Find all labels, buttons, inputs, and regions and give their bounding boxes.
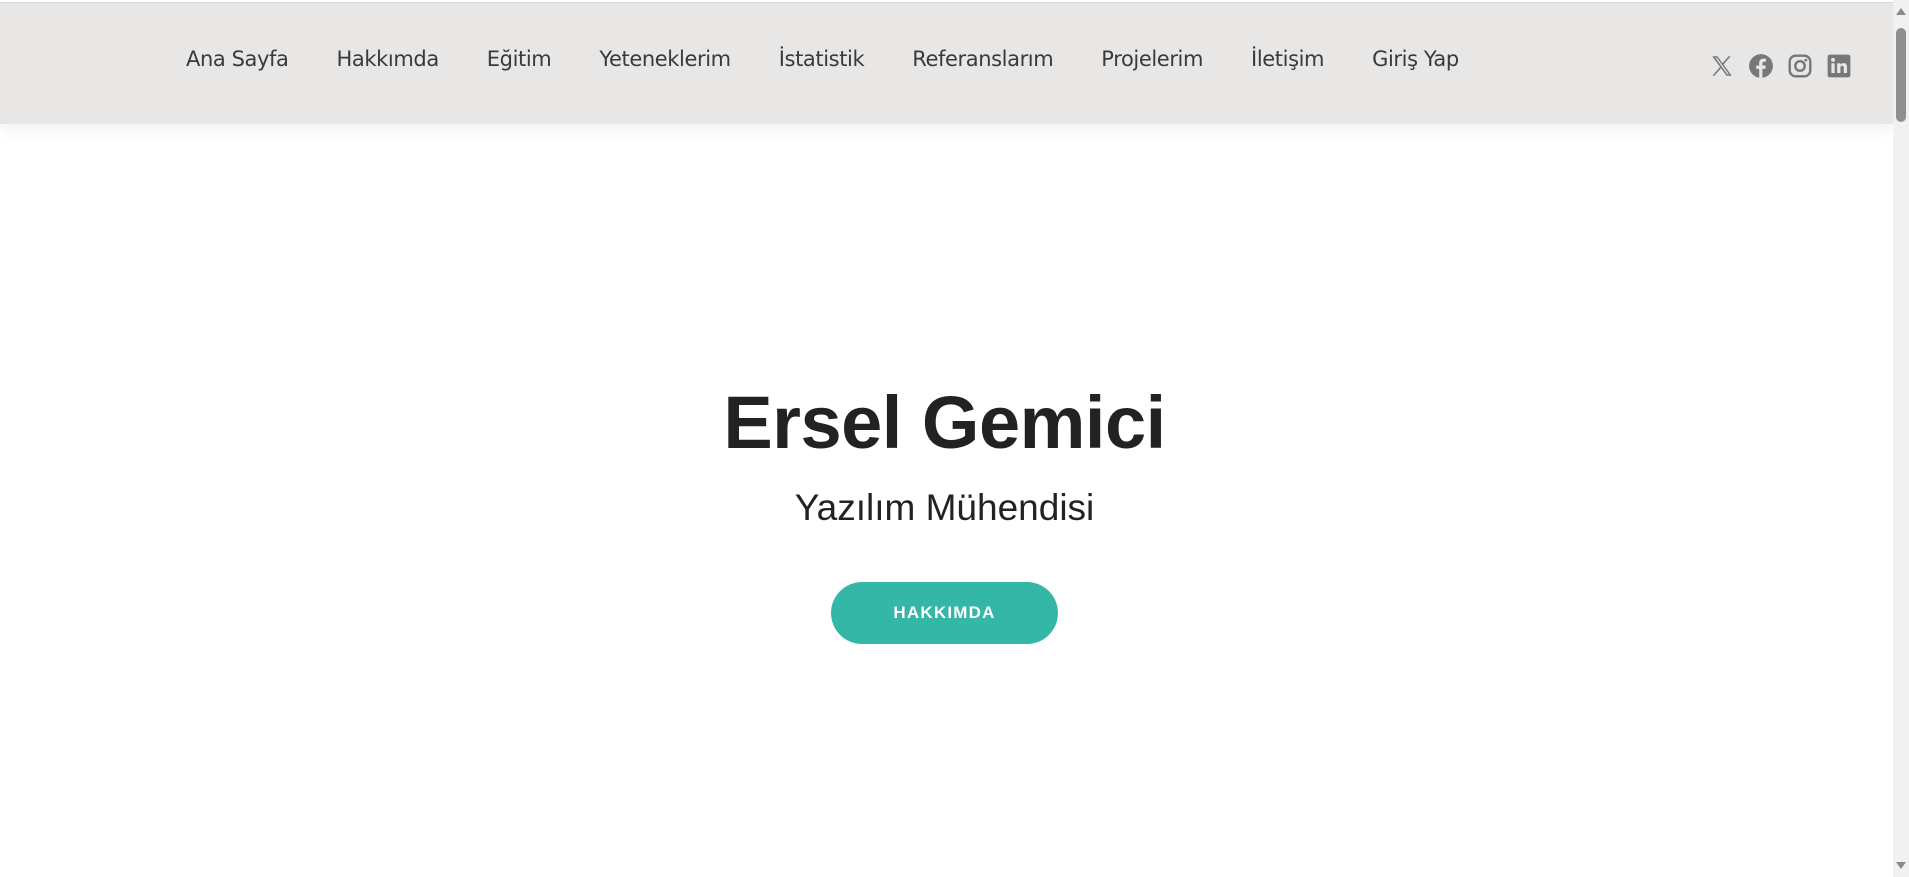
facebook-icon[interactable] (1748, 53, 1774, 79)
social-links (1696, 53, 1852, 79)
instagram-icon[interactable] (1787, 53, 1813, 79)
nav-item-giris-yap[interactable]: Giriş Yap (1372, 47, 1459, 71)
nav-item-iletisim[interactable]: İletişim (1251, 47, 1324, 71)
x-twitter-icon[interactable] (1709, 53, 1735, 79)
linkedin-icon[interactable] (1826, 53, 1852, 79)
nav-item-ana-sayfa[interactable]: Ana Sayfa (186, 47, 289, 71)
nav-menu: Ana Sayfa Hakkımda Eğitim Yeteneklerim İ… (186, 47, 1459, 71)
page: Ana Sayfa Hakkımda Eğitim Yeteneklerim İ… (0, 0, 1909, 877)
vertical-scrollbar[interactable] (1893, 0, 1909, 877)
nav-item-istatistik[interactable]: İstatistik (779, 47, 865, 71)
scroll-up-arrow-icon[interactable] (1896, 8, 1906, 15)
nav-item-hakkimda[interactable]: Hakkımda (337, 47, 440, 71)
nav-item-egitim[interactable]: Eğitim (487, 47, 552, 71)
nav-item-yeteneklerim[interactable]: Yeteneklerim (599, 47, 731, 71)
hero-title: Ersel Gemici (723, 381, 1166, 464)
hakkimda-button[interactable]: HAKKIMDA (831, 582, 1058, 644)
nav-item-projelerim[interactable]: Projelerim (1101, 47, 1203, 71)
nav-item-referanslarim[interactable]: Referanslarım (912, 47, 1053, 71)
scroll-thumb[interactable] (1896, 28, 1906, 122)
scroll-down-arrow-icon[interactable] (1896, 862, 1906, 869)
top-navbar: Ana Sayfa Hakkımda Eğitim Yeteneklerim İ… (0, 2, 1893, 124)
hero-subtitle: Yazılım Mühendisi (794, 487, 1095, 528)
